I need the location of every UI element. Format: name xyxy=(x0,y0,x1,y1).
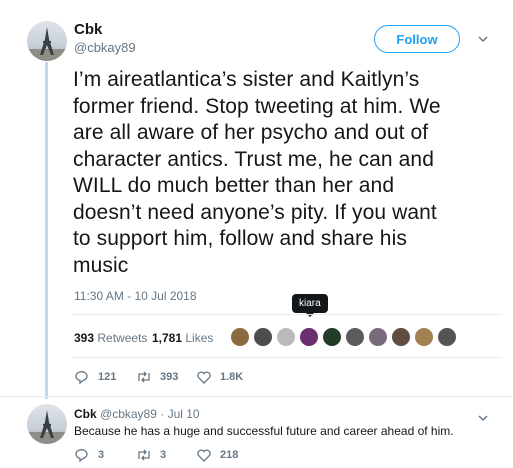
thread-line xyxy=(45,62,48,399)
liker-avatar[interactable] xyxy=(299,327,319,347)
retweet-icon xyxy=(138,371,150,383)
liker-avatar[interactable] xyxy=(253,327,273,347)
retweet-action[interactable]: 3 xyxy=(136,447,166,463)
reply-count: 121 xyxy=(98,371,117,383)
retweet-action[interactable]: 393 xyxy=(136,369,178,385)
reply-author-name[interactable]: Cbk xyxy=(74,407,97,421)
divider xyxy=(72,357,502,358)
follow-button[interactable]: Follow xyxy=(374,25,460,53)
eiffel-tower-image xyxy=(27,27,67,61)
liker-avatars xyxy=(230,327,457,347)
reply-icon xyxy=(75,449,88,463)
liker-avatar[interactable] xyxy=(276,327,296,347)
chevron-down-icon[interactable] xyxy=(478,410,488,425)
liker-avatar[interactable] xyxy=(414,327,434,347)
retweets-stat[interactable]: 393 Retweets xyxy=(74,331,147,345)
like-action[interactable]: 1.8K xyxy=(196,369,243,385)
reply-count: 3 xyxy=(98,449,105,461)
liker-avatar[interactable] xyxy=(391,327,411,347)
heart-icon xyxy=(197,371,211,384)
like-action[interactable]: 218 xyxy=(196,447,238,463)
liker-avatar[interactable] xyxy=(230,327,250,347)
reply-action[interactable]: 121 xyxy=(74,369,116,385)
liker-tooltip: kiara xyxy=(292,294,328,317)
reply-author-handle[interactable]: @cbkay89 xyxy=(100,407,157,421)
like-count: 218 xyxy=(220,449,239,461)
tweet-text: I’m aireatlantica’s sister and Kaitlyn’s… xyxy=(73,68,441,277)
reply-date[interactable]: · Jul 10 xyxy=(160,407,199,421)
tweet-timestamp[interactable]: 11:30 AM - 10 Jul 2018 xyxy=(74,289,197,303)
reply-author-avatar[interactable] xyxy=(27,404,67,444)
likes-stat[interactable]: 1,781 Likes xyxy=(152,331,213,345)
author-handle[interactable]: @cbkay89 xyxy=(74,40,136,55)
divider xyxy=(72,314,502,315)
chevron-down-icon[interactable] xyxy=(478,31,488,46)
divider xyxy=(0,396,513,397)
retweets-label: Retweets xyxy=(97,331,148,345)
heart-icon xyxy=(197,449,211,462)
like-count: 1.8K xyxy=(220,371,244,383)
reply-action[interactable]: 3 xyxy=(74,447,104,463)
reply-icon xyxy=(75,371,88,385)
likes-count: 1,781 xyxy=(152,331,183,345)
author-avatar[interactable] xyxy=(27,21,67,61)
liker-avatar[interactable] xyxy=(345,327,365,347)
retweets-count: 393 xyxy=(74,331,95,345)
likes-label: Likes xyxy=(185,331,214,345)
reply-text: Because he has a huge and successful fut… xyxy=(74,424,454,438)
retweet-count: 3 xyxy=(160,449,167,461)
eiffel-tower-image xyxy=(27,410,67,444)
liker-avatar[interactable] xyxy=(368,327,388,347)
author-name[interactable]: Cbk xyxy=(74,21,102,38)
retweet-icon xyxy=(138,449,150,461)
liker-avatar[interactable] xyxy=(437,327,457,347)
liker-avatar[interactable] xyxy=(322,327,342,347)
reply-header: Cbk @cbkay89 · Jul 10 xyxy=(74,407,200,421)
retweet-count: 393 xyxy=(160,371,179,383)
